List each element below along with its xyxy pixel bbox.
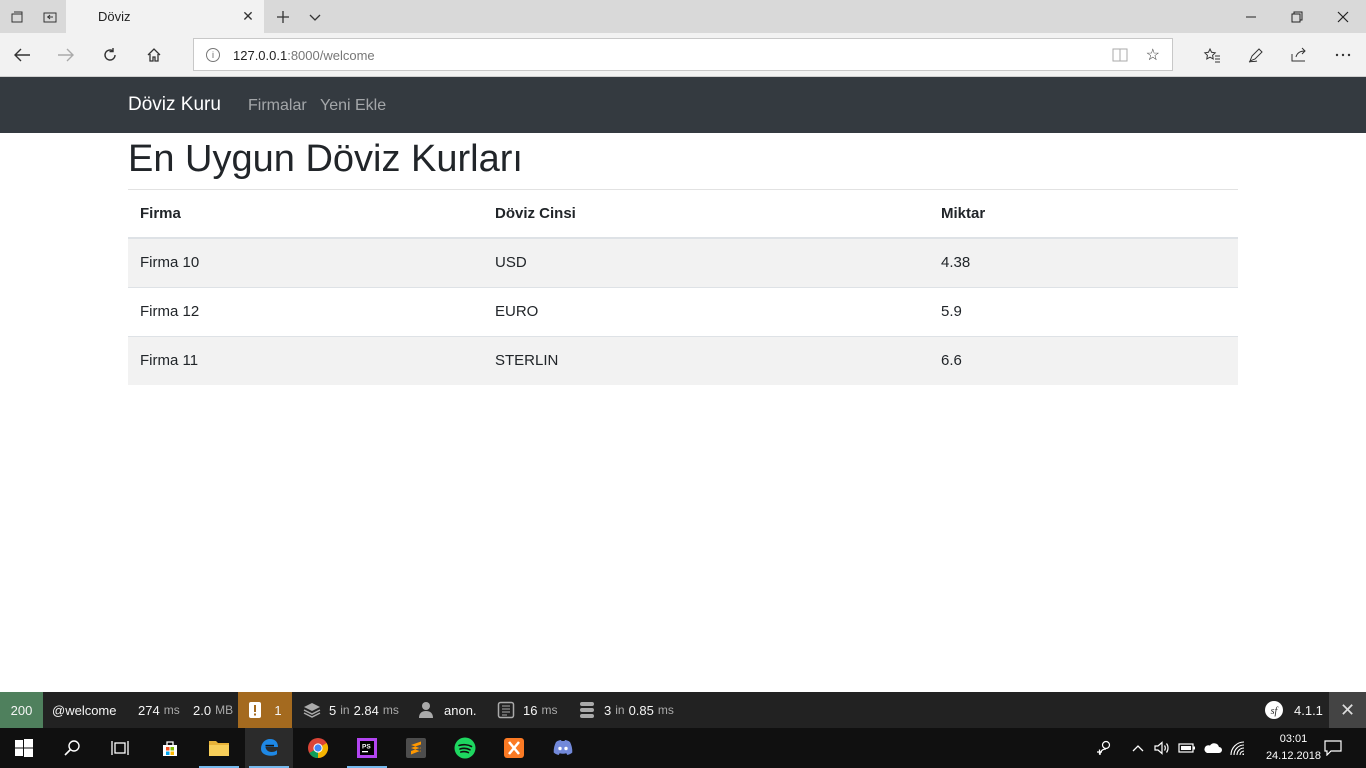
brand-link[interactable]: Döviz Kuru [128,94,221,116]
xampp-icon[interactable] [490,728,538,768]
table-cell: STERLIN [483,335,929,385]
table-cell: 4.38 [929,237,1238,287]
file-explorer-icon[interactable] [195,728,243,768]
tab-set-aside-icon[interactable] [0,0,33,33]
refresh-icon[interactable] [94,39,126,71]
sf-layers[interactable]: 5 in 2.84 ms [303,692,399,728]
phpstorm-icon[interactable]: PS [343,728,391,768]
tab-title: Döviz [98,9,131,24]
database-icon [580,702,594,718]
tab-preview-icon[interactable] [33,0,66,33]
warning-icon [249,702,262,718]
sf-route[interactable]: @welcome [52,692,117,728]
search-icon[interactable] [48,728,96,768]
browser-tab[interactable]: Döviz ✕ [66,0,264,33]
onedrive-cloud-icon[interactable] [1200,728,1224,768]
table-row: Firma 12 EURO 5.9 [128,286,1238,336]
close-window-icon[interactable] [1320,0,1366,33]
browser-toolbar: i 127.0.0.1:8000/welcome ☆ [0,33,1366,77]
sf-version[interactable]: sf 4.1.1 [1264,692,1323,728]
store-icon[interactable] [146,728,194,768]
address-bar[interactable]: i 127.0.0.1:8000/welcome ☆ [193,38,1173,71]
clock-time: 03:01 [1279,733,1308,745]
site-navbar: Döviz Kuru Firmalar Yeni Ekle [0,77,1366,133]
template-icon [497,701,515,719]
show-hidden-icons-chevron-icon[interactable] [1129,728,1147,768]
restore-icon[interactable] [1274,0,1320,33]
column-header: Miktar [929,190,1238,239]
favorite-star-icon[interactable]: ☆ [1146,45,1160,65]
user-icon [419,702,433,718]
symfony-debug-toolbar: 200 @welcome 274 ms 2.0 MB 1 5 in 2.84 m… [0,692,1366,728]
table-cell: EURO [483,286,929,336]
reading-view-icon[interactable] [1112,47,1128,68]
nav-link-yeni-ekle[interactable]: Yeni Ekle [320,97,386,115]
table-cell: USD [483,237,929,287]
people-icon[interactable] [1092,728,1116,768]
share-icon[interactable] [1283,39,1315,71]
sf-user[interactable]: anon. [418,692,477,728]
favorites-hub-icon[interactable] [1196,39,1228,71]
sf-warnings[interactable]: 1 [238,692,292,728]
site-info-icon[interactable]: i [206,48,220,62]
spotify-icon[interactable] [441,728,489,768]
table-cell: Firma 10 [128,237,483,287]
home-icon[interactable] [138,39,170,71]
discord-icon[interactable] [539,728,587,768]
sublime-text-icon[interactable] [392,728,440,768]
tab-close-icon[interactable]: ✕ [238,6,258,26]
minimize-icon[interactable] [1228,0,1274,33]
column-header: Döviz Cinsi [483,190,929,239]
table-row: Firma 11 STERLIN 6.6 [128,335,1238,385]
new-tab-icon[interactable] [266,0,299,33]
system-clock[interactable]: 03:01 24.12.2018 [1266,731,1321,765]
symfony-logo-icon: sf [1265,701,1283,719]
table-cell: 5.9 [929,286,1238,336]
sf-database[interactable]: 3 in 0.85 ms [578,692,674,728]
pen-notes-icon[interactable] [1240,39,1272,71]
start-windows-icon[interactable] [0,728,48,768]
wifi-icon[interactable] [1226,728,1248,768]
table-cell: 6.6 [929,335,1238,385]
layers-icon [303,703,321,718]
nav-link-firmalar[interactable]: Firmalar [248,97,307,115]
column-header: Firma [128,190,483,239]
clock-date: 24.12.2018 [1265,750,1321,762]
sf-twig-render[interactable]: 16 ms [497,692,557,728]
page-title: En Uygun Döviz Kurları [128,138,523,180]
action-center-icon[interactable] [1320,728,1346,768]
address-url[interactable]: 127.0.0.1:8000/welcome [233,48,375,63]
task-view-icon[interactable] [96,728,144,768]
more-options-icon[interactable] [1327,39,1359,71]
battery-icon[interactable] [1176,728,1198,768]
exchange-rate-table: Firma Döviz Cinsi Miktar Firma 10 USD 4.… [128,190,1238,385]
volume-icon[interactable] [1151,728,1173,768]
edge-browser-icon[interactable] [245,728,293,768]
table-cell: Firma 12 [128,286,483,336]
sf-close-icon[interactable]: ✕ [1329,692,1366,728]
forward-arrow-icon[interactable] [50,39,82,71]
sf-memory[interactable]: 2.0 MB [193,692,233,728]
sf-time[interactable]: 274 ms [138,692,180,728]
table-row: Firma 10 USD 4.38 [128,237,1238,287]
sf-status-code[interactable]: 200 [0,692,43,728]
chrome-icon[interactable] [294,728,342,768]
windows-taskbar: PS 03:01 24.12.2018 [0,728,1366,768]
tab-list-chevron-icon[interactable] [298,0,331,33]
table-header-row: Firma Döviz Cinsi Miktar [128,190,1238,239]
browser-tab-strip: Döviz ✕ [0,0,1366,33]
back-arrow-icon[interactable] [6,39,38,71]
table-cell: Firma 11 [128,335,483,385]
svg-text:PS: PS [362,744,371,751]
